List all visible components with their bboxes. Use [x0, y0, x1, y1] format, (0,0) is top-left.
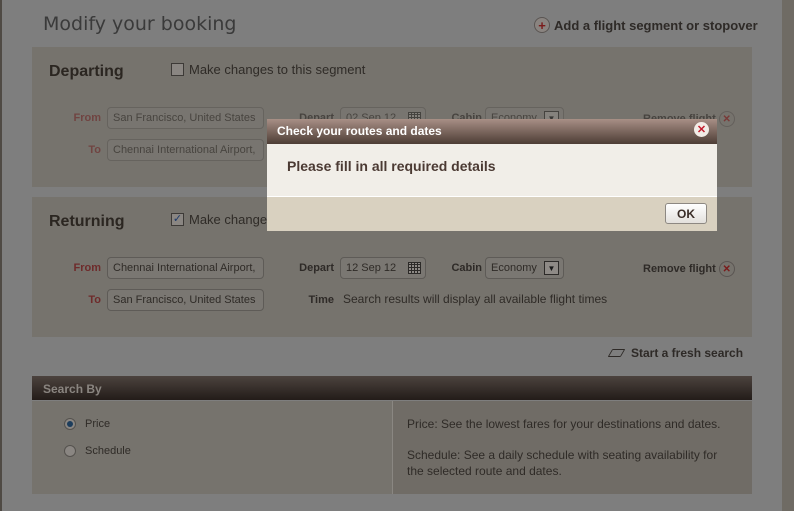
search-by-descriptions: Price: See the lowest fares for your des…	[392, 401, 752, 494]
returning-title: Returning	[49, 213, 125, 230]
departing-from-input[interactable]: San Francisco, United States	[107, 107, 264, 129]
dialog-title: Check your routes and dates	[277, 124, 442, 138]
dialog-titlebar: Check your routes and dates ✕	[267, 119, 717, 144]
returning-time-label: Time	[308, 294, 334, 306]
departing-make-changes-label: Make changes to this segment	[189, 62, 366, 77]
returning-remove-label: Remove flight	[643, 263, 716, 275]
fresh-search-label: Start a fresh search	[631, 346, 744, 360]
departing-to-input[interactable]: Chennai International Airport,	[107, 139, 264, 161]
returning-cabin-select[interactable]: Economy ▼	[485, 257, 564, 279]
radio-button-selected[interactable]	[64, 418, 76, 430]
window-left-edge	[0, 0, 2, 511]
departing-from-label: From	[73, 112, 102, 124]
search-by-schedule-radio[interactable]: Schedule	[64, 445, 131, 457]
plus-circle-icon: +	[534, 17, 550, 33]
radio-label-price: Price	[85, 418, 111, 430]
departing-to-label: To	[88, 144, 101, 156]
dialog-message: Please fill in all required details	[267, 144, 717, 196]
eraser-icon	[607, 349, 626, 357]
returning-depart-value: 12 Sep 12	[346, 262, 397, 274]
returning-depart-label: Depart	[299, 262, 334, 274]
validation-dialog: Check your routes and dates ✕ Please fil…	[267, 119, 717, 231]
page-title: Modify your booking	[43, 13, 237, 35]
add-segment-label: Add a flight segment or stopover	[554, 17, 758, 33]
ok-button[interactable]: OK	[665, 203, 707, 224]
price-description: Price: See the lowest fares for your des…	[407, 417, 721, 431]
returning-to-input[interactable]: San Francisco, United States	[107, 289, 264, 311]
add-segment-link[interactable]: + Add a flight segment or stopover	[534, 17, 758, 33]
returning-remove-flight[interactable]: Remove flight ✕	[643, 261, 735, 277]
departing-make-changes-checkbox[interactable]	[171, 63, 184, 76]
calendar-icon[interactable]	[408, 262, 421, 274]
search-by-panel: Price Schedule Price: See the lowest far…	[32, 401, 752, 494]
departing-title: Departing	[49, 63, 124, 80]
returning-to-label: To	[88, 294, 101, 306]
departing-make-changes[interactable]: Make changes to this segment	[171, 62, 365, 77]
radio-button[interactable]	[64, 445, 76, 457]
remove-x-icon: ✕	[718, 261, 735, 277]
returning-cabin-value: Economy	[491, 262, 537, 274]
remove-x-icon: ✕	[718, 111, 735, 127]
returning-from-input[interactable]: Chennai International Airport,	[107, 257, 264, 279]
chevron-down-icon: ▼	[544, 261, 559, 275]
returning-make-changes-checkbox[interactable]: ✓	[171, 213, 184, 226]
returning-cabin-label: Cabin	[451, 262, 482, 274]
close-icon[interactable]: ✕	[694, 122, 709, 137]
dialog-footer: OK	[267, 196, 717, 231]
returning-from-label: From	[73, 262, 102, 274]
scrollbar-track[interactable]	[782, 0, 794, 511]
returning-time-text: Search results will display all availabl…	[343, 292, 608, 306]
start-fresh-search-link[interactable]: Start a fresh search	[607, 346, 744, 360]
radio-label-schedule: Schedule	[85, 445, 131, 457]
search-by-header: Search By	[32, 376, 752, 400]
returning-depart-input[interactable]: 12 Sep 12	[340, 257, 426, 279]
schedule-description: Schedule: See a daily schedule with seat…	[407, 448, 718, 478]
search-by-price-radio[interactable]: Price	[64, 418, 110, 430]
